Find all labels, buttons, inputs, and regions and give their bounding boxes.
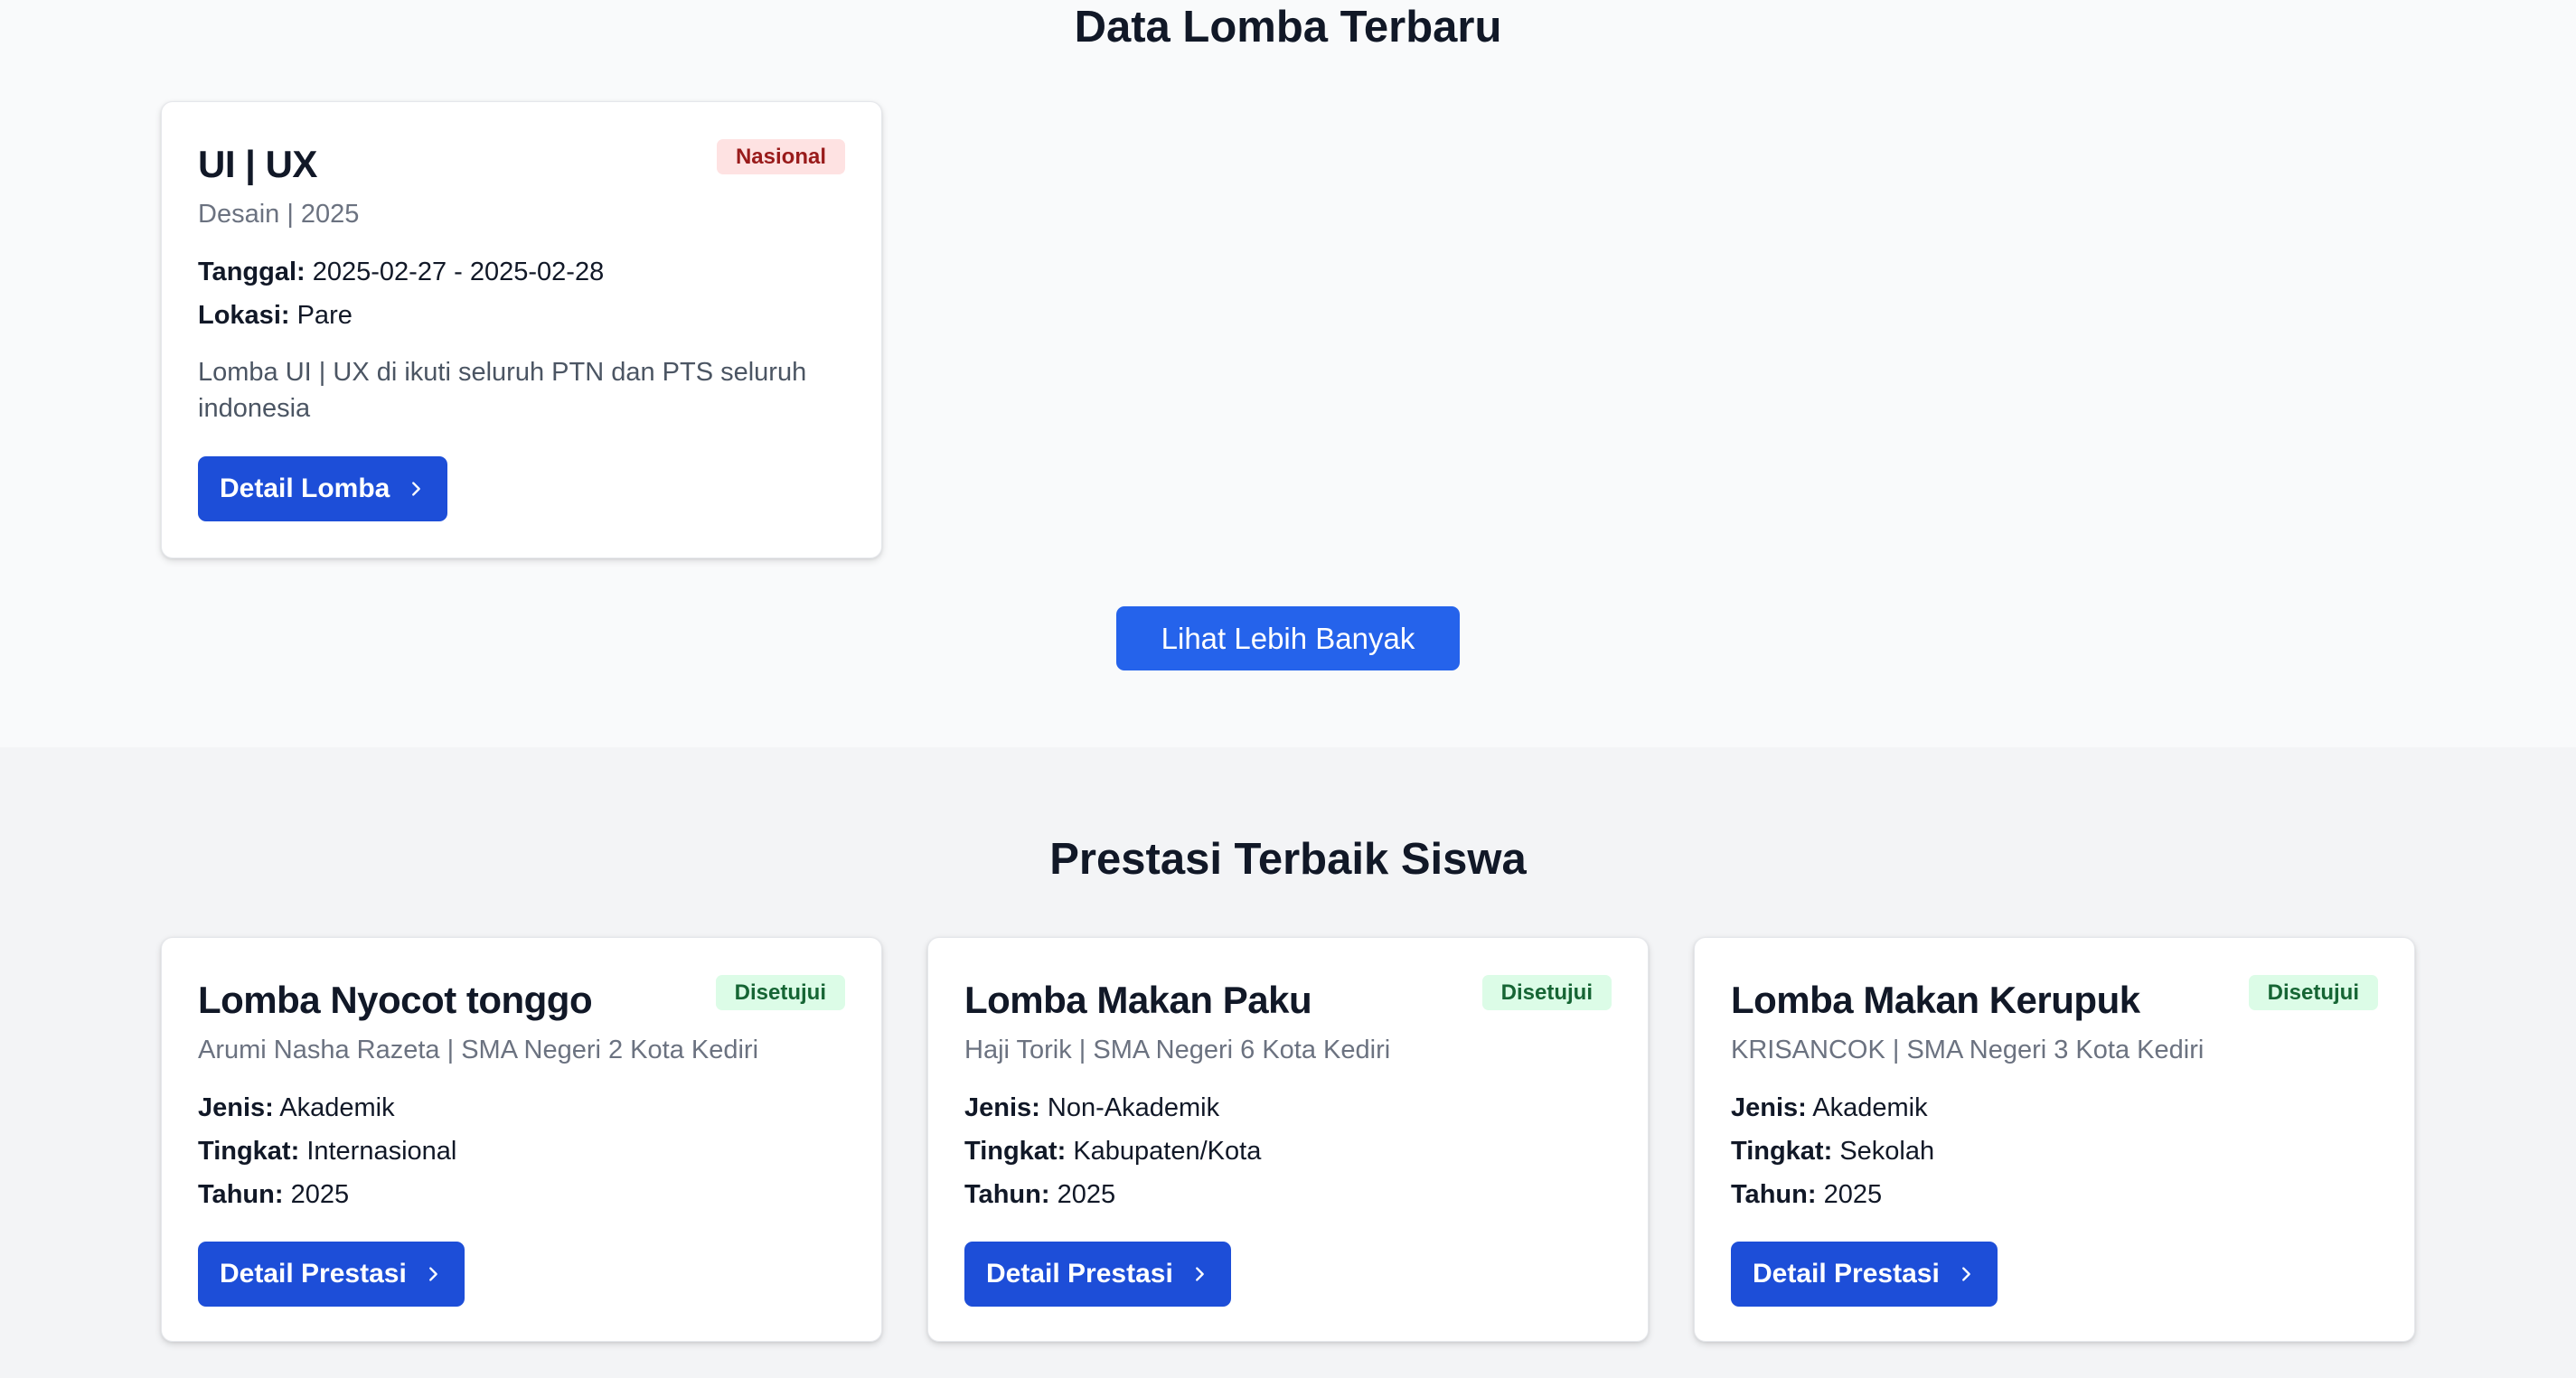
lomba-description: Lomba UI | UX di ikuti seluruh PTN dan P… xyxy=(198,358,807,423)
tingkat-label: Tingkat: xyxy=(964,1137,1067,1166)
jenis-value: Non-Akademik xyxy=(1047,1093,1220,1122)
date-value: 2025-02-27 - 2025-02-28 xyxy=(312,258,605,286)
chevron-right-icon xyxy=(1961,1267,1970,1281)
status-badge: Disetujui xyxy=(2248,975,2378,1010)
level-badge: Nasional xyxy=(716,139,845,174)
detail-prestasi-button-label: Detail Prestasi xyxy=(1753,1259,1940,1289)
detail-prestasi-button[interactable]: Detail Prestasi xyxy=(1731,1242,1998,1307)
tahun-label: Tahun: xyxy=(1731,1180,1817,1209)
prestasi-card-title: Lomba Nyocot tonggo xyxy=(198,979,593,1021)
detail-lomba-button-label: Detail Lomba xyxy=(220,473,390,503)
prestasi-card-subtitle: KRISANCOK | SMA Negeri 3 Kota Kediri xyxy=(1731,1036,2205,1064)
prestasi-card-title: Lomba Makan Paku xyxy=(964,979,1312,1021)
chevron-right-icon xyxy=(1195,1267,1204,1281)
tingkat-value: Kabupaten/Kota xyxy=(1073,1137,1262,1166)
tahun-label: Tahun: xyxy=(964,1180,1050,1209)
prestasi-card: Lomba Makan Paku Disetujui Haji Torik | … xyxy=(927,937,1649,1342)
prestasi-section-title: Prestasi Terbaik Siswa xyxy=(1049,835,1527,884)
tingkat-line: Tingkat: Internasional xyxy=(198,1139,456,1165)
tahun-value: 2025 xyxy=(1823,1180,1883,1209)
lomba-section: Data Lomba Terbaru UI | UX Nasional Desa… xyxy=(0,0,2576,747)
view-more-button[interactable]: Lihat Lebih Banyak xyxy=(1116,606,1460,670)
detail-prestasi-button[interactable]: Detail Prestasi xyxy=(964,1242,1231,1307)
lomba-card: UI | UX Nasional Desain | 2025 Tanggal: … xyxy=(161,101,882,558)
status-badge: Disetujui xyxy=(1481,975,1612,1010)
tingkat-value: Internasional xyxy=(306,1137,457,1166)
tahun-value: 2025 xyxy=(1057,1180,1116,1209)
prestasi-card-subtitle: Haji Torik | SMA Negeri 6 Kota Kediri xyxy=(964,1036,1391,1064)
jenis-line: Jenis: Akademik xyxy=(1731,1095,1928,1121)
tingkat-label: Tingkat: xyxy=(1731,1137,1833,1166)
tahun-line: Tahun: 2025 xyxy=(964,1182,1115,1208)
lomba-section-title: Data Lomba Terbaru xyxy=(1074,3,1502,52)
chevron-right-icon xyxy=(428,1267,437,1281)
location-value: Pare xyxy=(296,301,353,330)
jenis-value: Akademik xyxy=(279,1093,395,1122)
jenis-value: Akademik xyxy=(1812,1093,1928,1122)
tingkat-line: Tingkat: Kabupaten/Kota xyxy=(964,1139,1261,1165)
jenis-line: Jenis: Akademik xyxy=(198,1095,395,1121)
jenis-label: Jenis: xyxy=(1731,1093,1807,1122)
tahun-line: Tahun: 2025 xyxy=(198,1182,349,1208)
prestasi-card: Lomba Nyocot tonggo Disetujui Arumi Nash… xyxy=(161,937,882,1342)
jenis-label: Jenis: xyxy=(964,1093,1040,1122)
tingkat-value: Sekolah xyxy=(1839,1137,1935,1166)
tingkat-line: Tingkat: Sekolah xyxy=(1731,1139,1934,1165)
tahun-value: 2025 xyxy=(290,1180,350,1209)
jenis-label: Jenis: xyxy=(198,1093,274,1122)
lomba-card-subtitle: Desain | 2025 xyxy=(198,200,360,229)
prestasi-card-subtitle: Arumi Nasha Razeta | SMA Negeri 2 Kota K… xyxy=(198,1036,759,1064)
tingkat-label: Tingkat: xyxy=(198,1137,300,1166)
prestasi-section: Prestasi Terbaik Siswa Lomba Nyocot tong… xyxy=(0,747,2576,1378)
detail-prestasi-button-label: Detail Prestasi xyxy=(220,1259,407,1289)
tahun-line: Tahun: 2025 xyxy=(1731,1182,1882,1208)
lomba-date-line: Tanggal: 2025-02-27 - 2025-02-28 xyxy=(198,259,604,286)
jenis-line: Jenis: Non-Akademik xyxy=(964,1095,1219,1121)
detail-lomba-button[interactable]: Detail Lomba xyxy=(198,456,448,521)
date-label: Tanggal: xyxy=(198,258,306,286)
prestasi-card: Lomba Makan Kerupuk Disetujui KRISANCOK … xyxy=(1694,937,2415,1342)
tahun-label: Tahun: xyxy=(198,1180,284,1209)
status-badge: Disetujui xyxy=(715,975,845,1010)
chevron-right-icon xyxy=(412,482,421,496)
detail-prestasi-button[interactable]: Detail Prestasi xyxy=(198,1242,465,1307)
prestasi-card-title: Lomba Makan Kerupuk xyxy=(1731,979,2140,1021)
detail-prestasi-button-label: Detail Prestasi xyxy=(986,1259,1173,1289)
location-label: Lokasi: xyxy=(198,301,290,330)
lomba-location-line: Lokasi: Pare xyxy=(198,303,353,329)
lomba-card-title: UI | UX xyxy=(198,143,317,185)
